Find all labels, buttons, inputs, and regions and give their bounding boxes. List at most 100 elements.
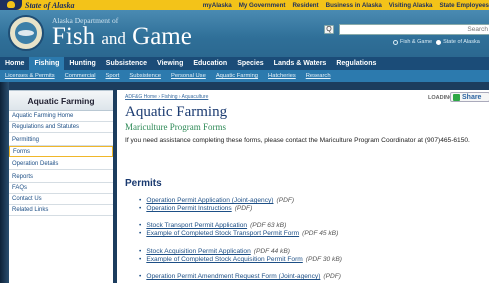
subnav-personal-use[interactable]: Personal Use — [166, 73, 211, 79]
state-link-visiting[interactable]: Visiting Alaska — [389, 2, 433, 9]
sidebar-item-operation-details[interactable]: Operation Details — [9, 159, 113, 170]
subnav-commercial[interactable]: Commercial — [60, 73, 101, 79]
radio-fish-and-game[interactable]: Fish & Game — [393, 39, 432, 45]
document-link[interactable]: Operation Permit Application (Joint-agen… — [146, 197, 273, 205]
document-format: (PDF) — [234, 205, 253, 213]
document-link[interactable]: Example of Completed Stock Acquisition P… — [146, 256, 302, 264]
document-item: • Example of Completed Stock Acquisition… — [139, 256, 342, 264]
state-brand[interactable]: State of Alaska — [0, 0, 74, 10]
sidebar-item-regulations[interactable]: Regulations and Statutes — [9, 122, 113, 133]
adfg-logo-icon[interactable] — [8, 15, 44, 51]
intro-text: If you need assistance completing these … — [125, 137, 470, 144]
sidebar: Aquatic Farming Aquatic Farming Home Reg… — [9, 90, 113, 283]
bullet: • — [139, 205, 142, 213]
share-icon — [453, 94, 460, 101]
document-item: • Example of Completed Stock Transport P… — [139, 230, 338, 238]
document-link[interactable]: Stock Transport Permit Application — [146, 222, 247, 230]
document-format: (PDF 45 kB) — [302, 230, 339, 238]
site-title-and: and — [101, 29, 126, 48]
search-input[interactable] — [340, 25, 489, 34]
nav-subsistence[interactable]: Subsistence — [101, 57, 152, 70]
document-group: • Stock Transport Permit Application (PD… — [139, 222, 338, 239]
nav-lands-and-waters[interactable]: Lands & Waters — [269, 57, 332, 70]
nav-education[interactable]: Education — [188, 57, 232, 70]
bullet: • — [139, 222, 142, 229]
bullet: • — [139, 248, 142, 255]
document-link[interactable]: Operation Permit Instructions — [146, 205, 231, 213]
document-format: (PDF) — [276, 197, 295, 204]
document-link[interactable]: Example of Completed Stock Transport Per… — [146, 230, 299, 238]
state-link-business[interactable]: Business in Alaska — [326, 2, 382, 9]
site-title[interactable]: Fish and Game — [52, 24, 192, 49]
sidebar-item-reports[interactable]: Reports — [9, 172, 113, 183]
radio-state-of-alaska[interactable]: State of Alaska — [436, 39, 480, 45]
sidebar-item-contact-us[interactable]: Contact Us — [9, 194, 113, 205]
share-button[interactable]: Share — [450, 92, 489, 102]
document-group: • Operation Permit Amendment Request For… — [139, 273, 341, 281]
site-title-game: Game — [132, 23, 192, 50]
sidebar-item-related-links[interactable]: Related Links — [9, 205, 113, 216]
nav-hunting[interactable]: Hunting — [64, 57, 100, 70]
subnav-research[interactable]: Research — [301, 73, 336, 79]
sidebar-title: Aquatic Farming — [9, 91, 113, 111]
state-seal-icon — [0, 0, 22, 10]
document-item: • Stock Transport Permit Application (PD… — [139, 222, 338, 230]
page-subtitle: Mariculture Program Forms — [125, 122, 226, 132]
document-format: (PDF) — [323, 273, 341, 280]
document-format: (PDF 44 kB) — [253, 248, 290, 255]
main-nav: Home Fishing Hunting Subsistence Viewing… — [0, 57, 489, 70]
sub-nav: Licenses & Permits Commercial Sport Subs… — [0, 70, 489, 82]
section-heading-permits: Permits — [125, 178, 162, 189]
state-of-alaska-bar: State of Alaska myAlaska My Government R… — [0, 0, 489, 10]
subnav-hatcheries[interactable]: Hatcheries — [263, 73, 301, 79]
nav-viewing[interactable]: Viewing — [152, 57, 188, 70]
state-link-employees[interactable]: State Employees — [439, 2, 489, 9]
state-link-my-government[interactable]: My Government — [239, 2, 286, 9]
site-title-fish: Fish — [52, 23, 96, 50]
main-content: ADF&G Home › Fishing › Aquaculture LOADI… — [117, 90, 489, 283]
document-item: • Operation Permit Instructions (PDF) — [139, 205, 294, 213]
search-field[interactable] — [339, 24, 489, 35]
document-format: (PDF 63 kB) — [250, 222, 287, 229]
subnav-aquatic-farming[interactable]: Aquatic Farming — [211, 73, 263, 79]
document-group: • Operation Permit Application (Joint-ag… — [139, 197, 294, 214]
document-item: • Operation Permit Application (Joint-ag… — [139, 197, 294, 205]
subnav-licenses-permits[interactable]: Licenses & Permits — [0, 73, 60, 79]
radio-dot — [436, 39, 442, 45]
nav-home[interactable]: Home — [0, 57, 29, 70]
subnav-subsistence[interactable]: Subsistence — [124, 73, 166, 79]
sidebar-item-permitting[interactable]: Permitting — [9, 135, 113, 146]
document-link[interactable]: Stock Acquisition Permit Application — [146, 248, 250, 256]
search-scope: Fish & Game State of Alaska — [393, 39, 480, 45]
sidebar-item-forms[interactable]: Forms — [9, 146, 113, 157]
bullet: • — [139, 273, 142, 280]
logo-fish-icon — [18, 30, 34, 36]
subnav-sport[interactable]: Sport — [101, 73, 125, 79]
state-links: myAlaska My Government Resident Business… — [203, 0, 489, 10]
document-item: • Stock Acquisition Permit Application (… — [139, 248, 342, 256]
sidebar-item-faqs[interactable]: FAQs — [9, 183, 113, 194]
state-link-resident[interactable]: Resident — [292, 2, 318, 9]
nav-fishing[interactable]: Fishing — [29, 57, 65, 70]
document-link[interactable]: Operation Permit Amendment Request Form … — [146, 273, 320, 281]
radio-label: Fish & Game — [400, 39, 433, 45]
state-link-myalaska[interactable]: myAlaska — [203, 2, 232, 9]
bullet: • — [139, 256, 142, 264]
state-name: State of Alaska — [25, 0, 75, 10]
search-icon[interactable]: Q — [324, 25, 334, 34]
bullet: • — [139, 230, 142, 238]
sidebar-shadow — [0, 82, 9, 283]
document-group: • Stock Acquisition Permit Application (… — [139, 248, 342, 265]
nav-species[interactable]: Species — [232, 57, 268, 70]
page: State of Alaska myAlaska My Government R… — [0, 0, 489, 283]
nav-regulations[interactable]: Regulations — [331, 57, 381, 70]
sidebar-item-aquatic-farming-home[interactable]: Aquatic Farming Home — [9, 111, 113, 122]
radio-dot — [393, 39, 398, 45]
page-title: Aquatic Farming — [125, 104, 228, 120]
document-format: (PDF 30 kB) — [305, 256, 342, 264]
logo-water-icon — [15, 22, 37, 44]
radio-label: State of Alaska — [443, 39, 480, 45]
bullet: • — [139, 197, 142, 204]
share-label: Share — [462, 94, 482, 101]
breadcrumb[interactable]: ADF&G Home › Fishing › Aquaculture — [125, 94, 208, 100]
